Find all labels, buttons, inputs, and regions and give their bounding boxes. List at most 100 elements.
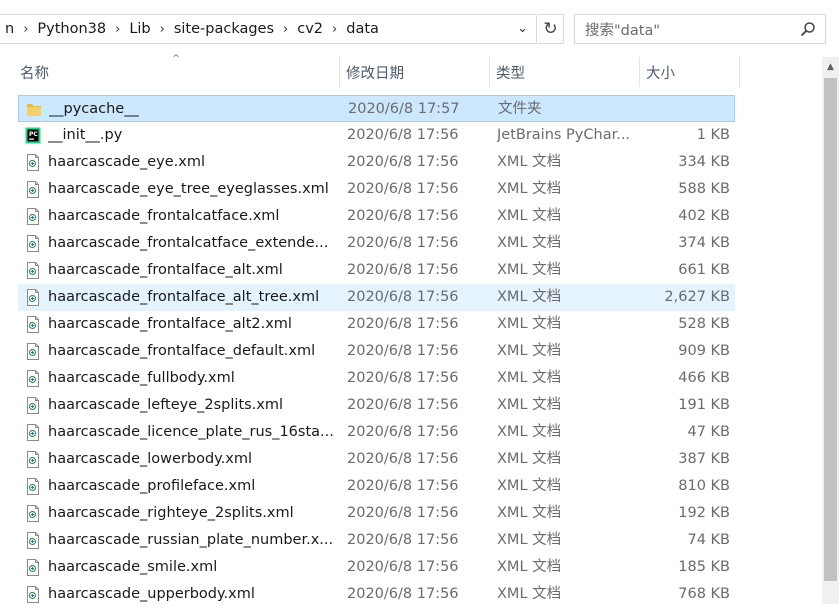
chevron-down-icon[interactable]: ⌄	[517, 21, 528, 36]
xml-file-icon	[25, 424, 41, 441]
file-row[interactable]: haarcascade_russian_plate_number.x... 202…	[18, 527, 735, 554]
file-name: haarcascade_righteye_2splits.xml	[48, 505, 294, 521]
file-type: XML 文档	[497, 559, 562, 575]
scroll-up-arrow-icon[interactable]: ▲	[822, 59, 839, 74]
file-size: 47 KB	[687, 424, 730, 440]
file-row[interactable]: PC __init__.py 2020/6/8 17:56 JetBrains PyC…	[18, 122, 735, 149]
file-row[interactable]: haarcascade_lefteye_2splits.xml 2020/6/8 …	[18, 392, 735, 419]
file-size: 661 KB	[678, 262, 730, 278]
xml-file-icon	[25, 208, 41, 225]
column-header-name-label: 名称	[20, 65, 49, 82]
file-date: 2020/6/8 17:56	[347, 181, 459, 197]
file-row[interactable]: haarcascade_frontalcatface_extende... 202…	[18, 230, 735, 257]
file-size: 387 KB	[678, 451, 730, 467]
column-header-row: ⌃ 名称 修改日期 类型 大小	[0, 52, 839, 87]
file-row[interactable]: haarcascade_frontalface_alt_tree.xml 2020…	[18, 284, 735, 311]
file-row[interactable]: haarcascade_frontalface_default.xml 2020/…	[18, 338, 735, 365]
breadcrumb-separator[interactable]: ›	[157, 22, 168, 37]
breadcrumb-item-cv2[interactable]: cv2	[291, 15, 329, 43]
file-size: 74 KB	[687, 532, 730, 548]
file-date: 2020/6/8 17:56	[347, 478, 459, 494]
file-type: XML 文档	[497, 397, 562, 413]
xml-file-icon	[25, 478, 41, 495]
column-header-name[interactable]: 名称	[14, 57, 340, 87]
breadcrumb-separator[interactable]: ›	[20, 22, 31, 37]
scrollbar-thumb[interactable]	[824, 78, 837, 581]
file-row[interactable]: haarcascade_licence_plate_rus_16sta... 20…	[18, 419, 735, 446]
file-date: 2020/6/8 17:56	[347, 559, 459, 575]
breadcrumb-separator[interactable]: ›	[112, 22, 123, 37]
file-row[interactable]: __pycache__ 2020/6/8 17:57 文件夹	[18, 95, 735, 122]
breadcrumb-item-site-packages[interactable]: site-packages	[168, 15, 280, 43]
file-type: XML 文档	[497, 478, 562, 494]
file-type: XML 文档	[497, 181, 562, 197]
file-type: XML 文档	[497, 424, 562, 440]
file-size: 192 KB	[678, 505, 730, 521]
file-row[interactable]: haarcascade_smile.xml 2020/6/8 17:56 XML 文…	[18, 554, 735, 581]
xml-file-icon	[25, 154, 41, 171]
file-type: XML 文档	[497, 505, 562, 521]
breadcrumb-item[interactable]: n	[0, 15, 20, 43]
xml-file-icon	[25, 289, 41, 306]
file-row[interactable]: haarcascade_fullbody.xml 2020/6/8 17:56 XM…	[18, 365, 735, 392]
xml-file-icon	[25, 343, 41, 360]
file-row[interactable]: haarcascade_frontalface_alt.xml 2020/6/8 …	[18, 257, 735, 284]
search-input[interactable]: 搜索"data"	[574, 14, 826, 44]
file-size: 909 KB	[678, 343, 730, 359]
xml-file-icon	[25, 316, 41, 333]
file-name: __init__.py	[48, 127, 123, 143]
breadcrumb-item-lib[interactable]: Lib	[123, 15, 156, 43]
file-size: 191 KB	[678, 397, 730, 413]
file-row[interactable]: haarcascade_eye_tree_eyeglasses.xml 2020/…	[18, 176, 735, 203]
column-header-size-label: 大小	[646, 65, 675, 82]
file-date: 2020/6/8 17:56	[347, 532, 459, 548]
address-bar[interactable]: n › Python38 › Lib › site-packages › cv2…	[0, 14, 537, 44]
file-size: 334 KB	[678, 154, 730, 170]
file-row[interactable]: haarcascade_frontalface_alt2.xml 2020/6/8…	[18, 311, 735, 338]
file-row[interactable]: haarcascade_frontalcatface.xml 2020/6/8 1…	[18, 203, 735, 230]
column-header-date[interactable]: 修改日期	[340, 57, 490, 87]
column-header-type[interactable]: 类型	[490, 57, 640, 87]
file-size: 588 KB	[678, 181, 730, 197]
breadcrumb-separator[interactable]: ›	[280, 22, 291, 37]
breadcrumb-item-python38[interactable]: Python38	[31, 15, 112, 43]
file-row[interactable]: haarcascade_lowerbody.xml 2020/6/8 17:56 X…	[18, 446, 735, 473]
xml-file-icon	[25, 181, 41, 198]
file-date: 2020/6/8 17:56	[347, 370, 459, 386]
file-name: haarcascade_profileface.xml	[48, 478, 256, 494]
file-type: XML 文档	[497, 262, 562, 278]
file-type: JetBrains PyChar...	[497, 127, 631, 143]
file-row[interactable]: haarcascade_profileface.xml 2020/6/8 17:5…	[18, 473, 735, 500]
xml-file-icon	[25, 532, 41, 549]
file-date: 2020/6/8 17:56	[347, 505, 459, 521]
file-type: XML 文档	[497, 289, 562, 305]
file-name: haarcascade_frontalface_alt.xml	[48, 262, 283, 278]
pycharm-file-icon: PC	[25, 127, 41, 144]
file-name: haarcascade_frontalcatface.xml	[48, 208, 280, 224]
file-date: 2020/6/8 17:56	[347, 397, 459, 413]
file-size: 402 KB	[678, 208, 730, 224]
file-date: 2020/6/8 17:56	[347, 289, 459, 305]
file-row[interactable]: haarcascade_eye.xml 2020/6/8 17:56 XML 文档 3…	[18, 149, 735, 176]
xml-file-icon	[25, 397, 41, 414]
breadcrumb-item-data[interactable]: data	[340, 15, 385, 43]
xml-file-icon	[25, 586, 41, 603]
refresh-button[interactable]: ↻	[538, 14, 564, 44]
column-header-size[interactable]: 大小	[640, 57, 740, 87]
file-date: 2020/6/8 17:56	[347, 262, 459, 278]
vertical-scrollbar[interactable]: ▲	[822, 57, 839, 604]
file-row[interactable]: haarcascade_righteye_2splits.xml 2020/6/8…	[18, 500, 735, 527]
xml-file-icon	[25, 235, 41, 252]
xml-file-icon	[25, 262, 41, 279]
file-name: haarcascade_lefteye_2splits.xml	[48, 397, 284, 413]
file-size	[641, 96, 731, 123]
xml-file-icon	[25, 559, 41, 576]
svg-text:PC: PC	[29, 131, 38, 138]
file-name: haarcascade_frontalface_alt_tree.xml	[48, 289, 320, 305]
file-size: 2,627 KB	[664, 289, 730, 305]
file-size: 810 KB	[678, 478, 730, 494]
file-name: haarcascade_frontalface_default.xml	[48, 343, 316, 359]
breadcrumb-separator[interactable]: ›	[329, 22, 340, 37]
search-icon[interactable]	[800, 21, 816, 41]
column-header-type-label: 类型	[496, 65, 525, 82]
